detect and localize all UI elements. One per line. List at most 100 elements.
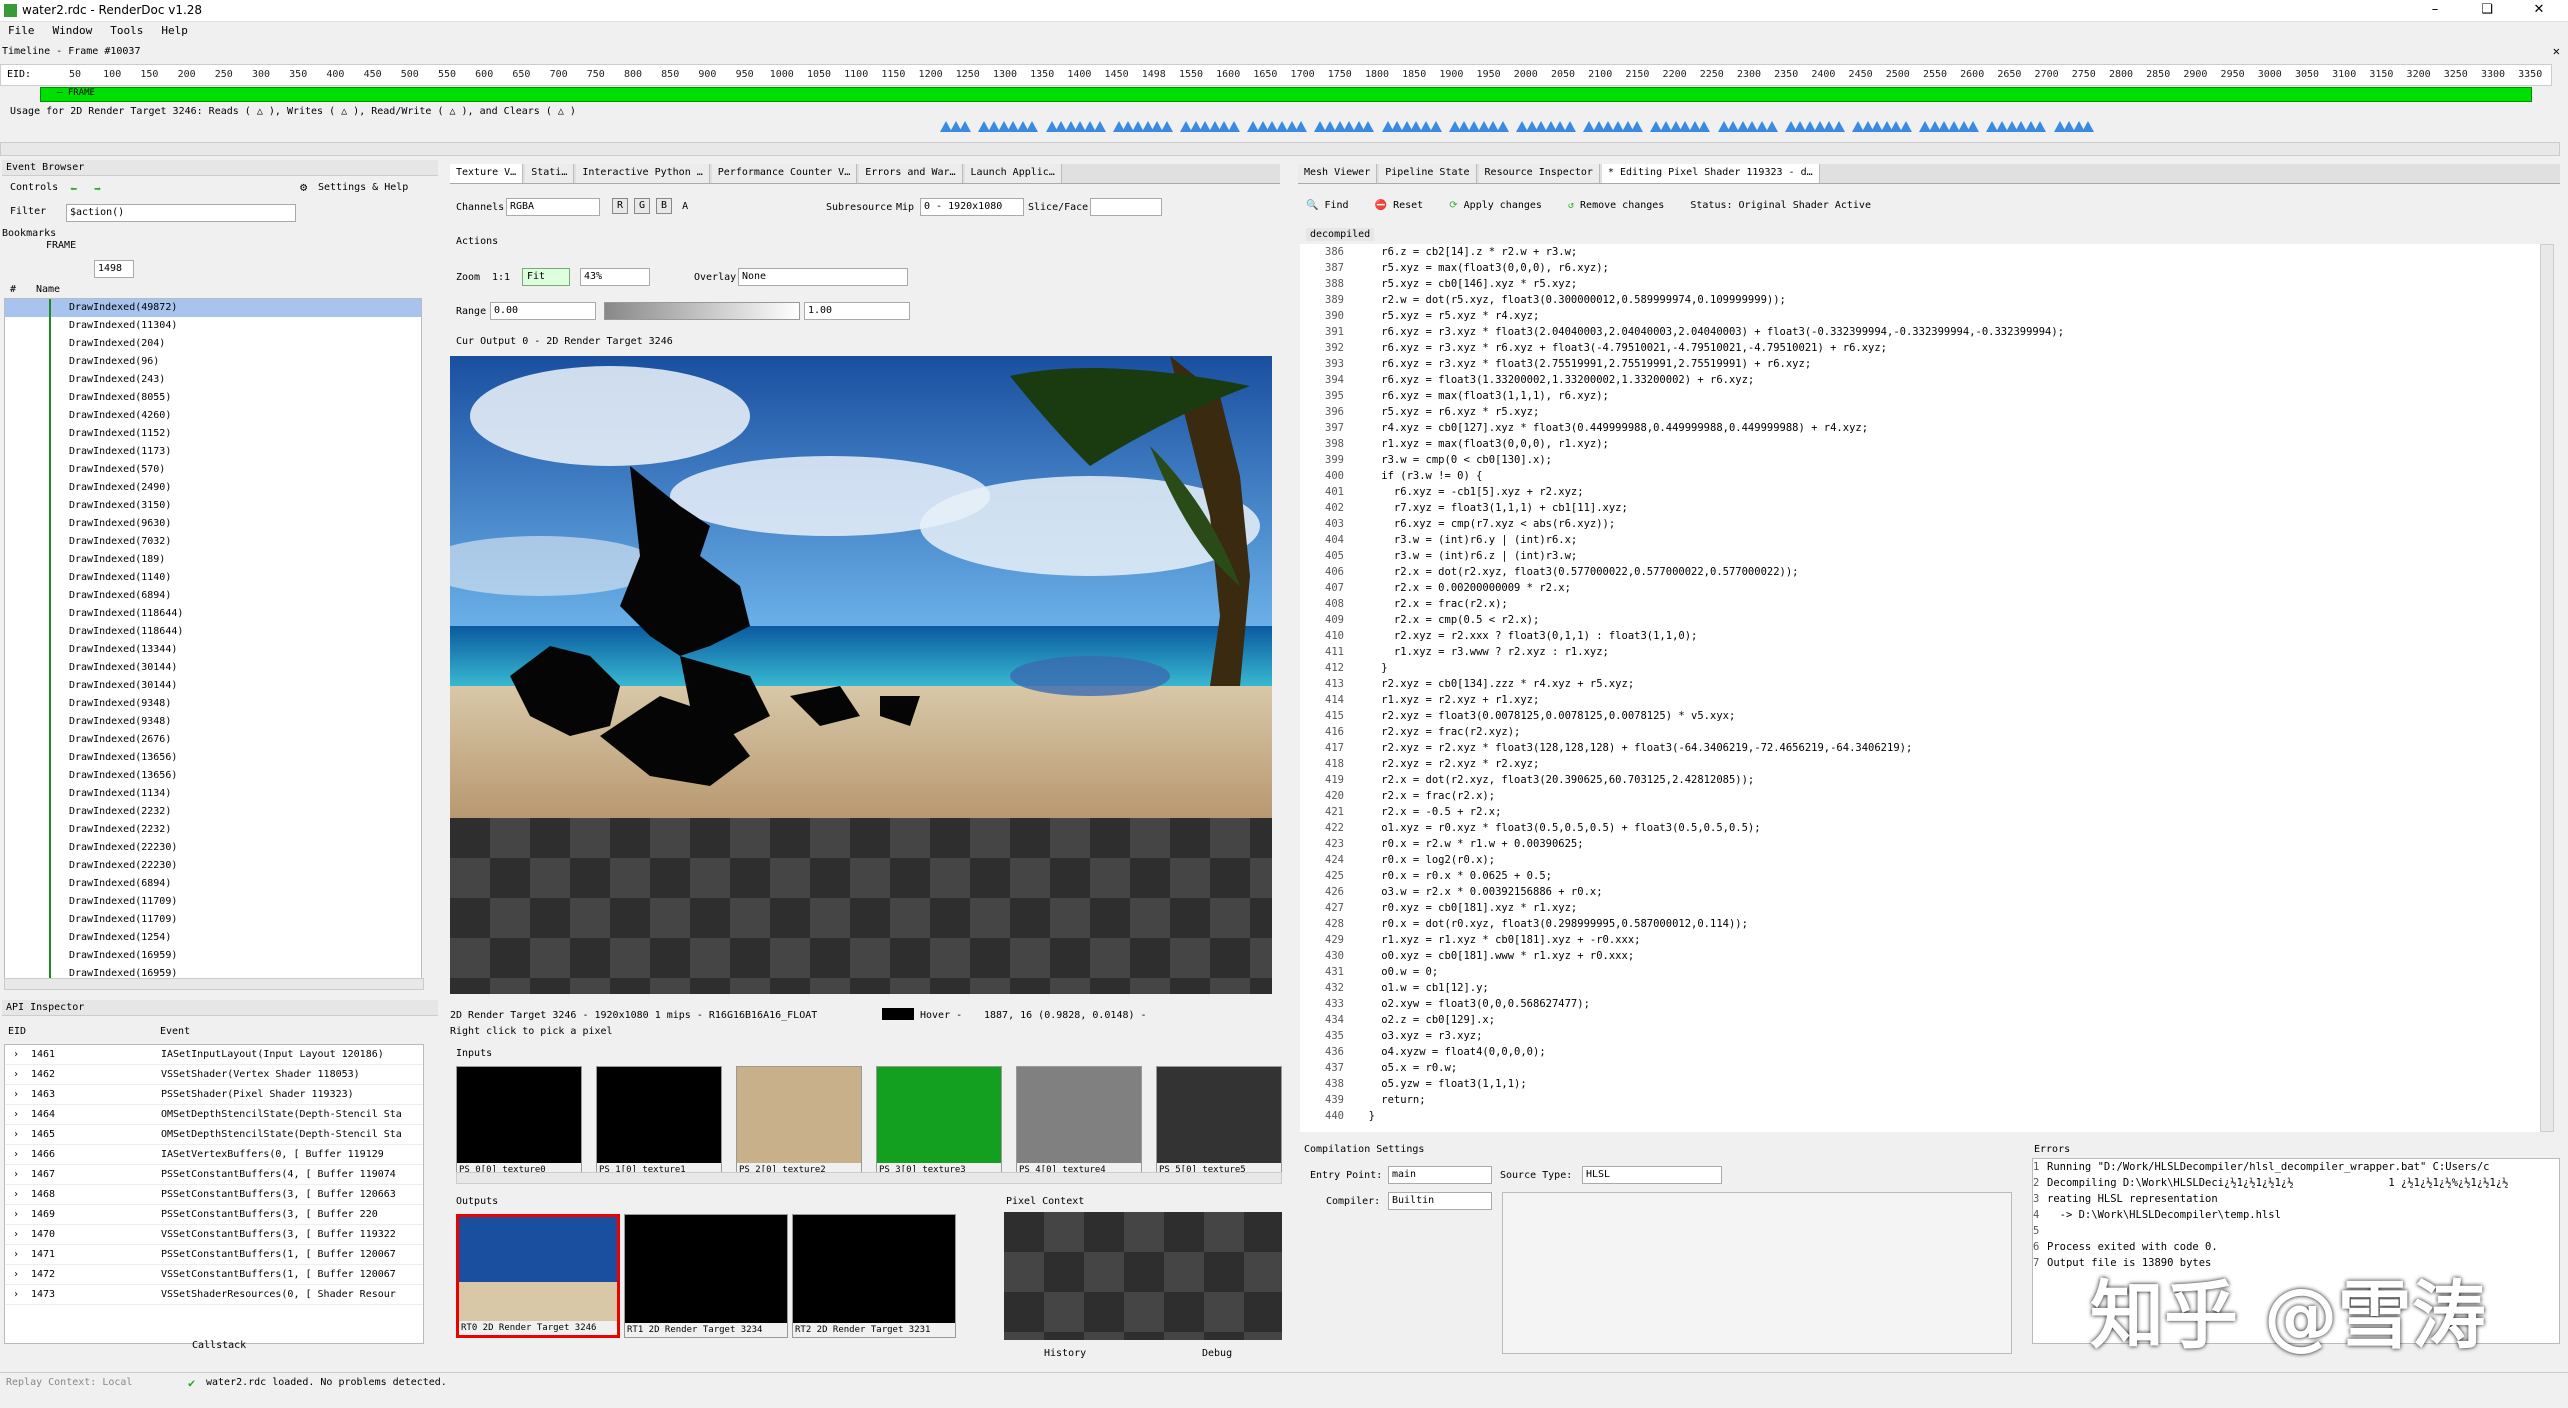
input-thumbnail[interactable]: PS 3[0] texture3 [876,1066,1002,1178]
texture-tab[interactable]: Launch Applic… [964,164,1062,183]
expand-icon[interactable]: › [13,1285,19,1304]
event-row[interactable]: DrawIndexed(2232) [5,821,421,839]
api-row[interactable]: › 1469 PSSetConstantBuffers(3, [ Buffer 22… [5,1205,423,1225]
expand-icon[interactable]: › [13,1105,19,1124]
menu-tools[interactable]: Tools [102,24,143,37]
remove-changes-button[interactable]: Remove changes [1580,200,1664,211]
fit-button[interactable]: Fit [522,268,570,286]
inputs-scrollbar[interactable] [456,1172,1282,1184]
channel-r-toggle[interactable]: R [612,198,628,214]
event-row[interactable]: DrawIndexed(16959) [5,947,421,965]
pixel-context-view[interactable] [1004,1212,1282,1340]
output-thumbnail[interactable]: RT0 2D Render Target 3246 [456,1214,620,1338]
arrow-right-icon[interactable]: ➡ [94,182,101,196]
event-row[interactable]: DrawIndexed(96) [5,353,421,371]
debug-button[interactable]: Debug [1202,1348,1232,1359]
api-row[interactable]: › 1466 IASetVertexBuffers(0, [ Buffer 1191… [5,1145,423,1165]
api-row[interactable]: › 1470 VSSetConstantBuffers(3, [ Buffer 11… [5,1225,423,1245]
event-row[interactable]: DrawIndexed(13344) [5,641,421,659]
event-row[interactable]: DrawIndexed(13656) [5,749,421,767]
event-row[interactable]: DrawIndexed(189) [5,551,421,569]
minimize-button[interactable]: – [2412,2,2458,20]
timeline-ruler[interactable]: EID: 50 100 150 200 250 300 350 400 450 500 550 600… [0,64,2552,86]
event-row[interactable]: DrawIndexed(243) [5,371,421,389]
api-row[interactable]: › 1464 OMSetDepthStencilState(Depth-Stenci… [5,1105,423,1125]
expand-icon[interactable]: › [13,1265,19,1284]
input-thumbnail[interactable]: PS 5[0] texture5 [1156,1066,1282,1178]
arrow-left-icon[interactable]: ⬅ [70,182,77,196]
event-row[interactable]: DrawIndexed(6894) [5,875,421,893]
event-row[interactable]: DrawIndexed(1134) [5,785,421,803]
settings-help-button[interactable]: Settings & Help [318,182,408,193]
event-row[interactable]: DrawIndexed(2676) [5,731,421,749]
find-button[interactable]: Find [1324,200,1348,211]
menu-file[interactable]: File [0,24,35,37]
api-row[interactable]: › 1461 IASetInputLayout(Input Layout 12018… [5,1045,423,1065]
apply-changes-button[interactable]: Apply changes [1464,200,1542,211]
close-button[interactable]: ✕ [2516,2,2562,20]
event-row[interactable]: DrawIndexed(11709) [5,911,421,929]
overlay-select[interactable]: None [738,268,908,286]
range-min-input[interactable]: 0.00 [490,302,596,320]
range-slider[interactable] [604,302,800,320]
source-type-select[interactable]: HLSL [1582,1166,1722,1184]
reset-button[interactable]: Reset [1393,200,1423,211]
event-row[interactable]: DrawIndexed(30144) [5,659,421,677]
output-thumbnail[interactable]: RT1 2D Render Target 3234 [624,1214,788,1338]
decompiled-tab[interactable]: decompiled [1306,228,1375,241]
texture-viewport[interactable] [450,356,1272,818]
slice-select[interactable] [1090,198,1162,216]
shader-code-editor[interactable]: 386 r6.z = cb2[14].z * r2.w + r3.w; 387 r… [1300,244,2540,1132]
expand-icon[interactable]: › [13,1185,19,1204]
event-row[interactable]: DrawIndexed(13656) [5,767,421,785]
texture-tab[interactable]: Performance Counter V… [711,164,858,183]
api-row[interactable]: › 1467 PSSetConstantBuffers(4, [ Buffer 11… [5,1165,423,1185]
event-row[interactable]: DrawIndexed(11709) [5,893,421,911]
event-list[interactable]: DrawIndexed(49872) DrawIndexed(11304) Draw… [4,298,422,986]
expand-icon[interactable]: › [13,1165,19,1184]
input-thumbnail[interactable]: PS 4[0] texture4 [1016,1066,1142,1178]
expand-icon[interactable]: › [13,1085,19,1104]
event-row[interactable]: DrawIndexed(22230) [5,857,421,875]
api-row[interactable]: › 1463 PSSetShader(Pixel Shader 119323) [5,1085,423,1105]
expand-icon[interactable]: › [13,1225,19,1244]
bookmark-1498[interactable]: 1498 [94,260,134,278]
event-row[interactable]: DrawIndexed(2232) [5,803,421,821]
input-thumbnail[interactable]: PS 1[0] texture1 [596,1066,722,1178]
event-row[interactable]: DrawIndexed(4260) [5,407,421,425]
compiler-select[interactable]: Builtin [1388,1192,1492,1210]
event-row[interactable]: DrawIndexed(2490) [5,479,421,497]
channel-a-toggle[interactable]: A [682,201,688,212]
maximize-button[interactable]: ❏ [2464,2,2510,20]
event-row[interactable]: DrawIndexed(9348) [5,695,421,713]
texture-tab[interactable]: Errors and War… [859,164,963,183]
mip-select[interactable]: 0 - 1920x1080 [920,198,1024,216]
event-row[interactable]: DrawIndexed(22230) [5,839,421,857]
gear-icon[interactable]: ⚙ [300,180,307,194]
channels-select[interactable]: RGBA [506,198,600,216]
filter-input[interactable]: $action() [66,204,296,222]
event-row[interactable]: DrawIndexed(30144) [5,677,421,695]
api-row[interactable]: › 1471 PSSetConstantBuffers(1, [ Buffer 12… [5,1245,423,1265]
entry-point-input[interactable]: main [1388,1166,1492,1184]
texture-tab[interactable]: Stati… [525,164,575,183]
event-row[interactable]: DrawIndexed(11304) [5,317,421,335]
expand-icon[interactable]: › [13,1065,19,1084]
refresh-icon[interactable]: ⟳ [1449,200,1457,211]
event-row[interactable]: DrawIndexed(570) [5,461,421,479]
compiler-args[interactable] [1502,1192,2012,1354]
right-tab[interactable]: * Editing Pixel Shader 119323 - d… [1601,164,1820,183]
api-event-list[interactable]: › 1461 IASetInputLayout(Input Layout 12018… [4,1044,424,1344]
event-row[interactable]: DrawIndexed(8055) [5,389,421,407]
api-row[interactable]: › 1462 VSSetShader(Vertex Shader 118053) [5,1065,423,1085]
menu-window[interactable]: Window [45,24,93,37]
expand-icon[interactable]: › [13,1245,19,1264]
close-icon[interactable]: ✕ [2553,44,2560,58]
event-row[interactable]: DrawIndexed(9630) [5,515,421,533]
code-vscroll[interactable] [2540,244,2554,1132]
api-row[interactable]: › 1473 VSSetShaderResources(0, [ Shader Re… [5,1285,423,1305]
event-row[interactable]: DrawIndexed(1173) [5,443,421,461]
expand-icon[interactable]: › [13,1205,19,1224]
event-row[interactable]: DrawIndexed(1140) [5,569,421,587]
event-row[interactable]: DrawIndexed(1152) [5,425,421,443]
